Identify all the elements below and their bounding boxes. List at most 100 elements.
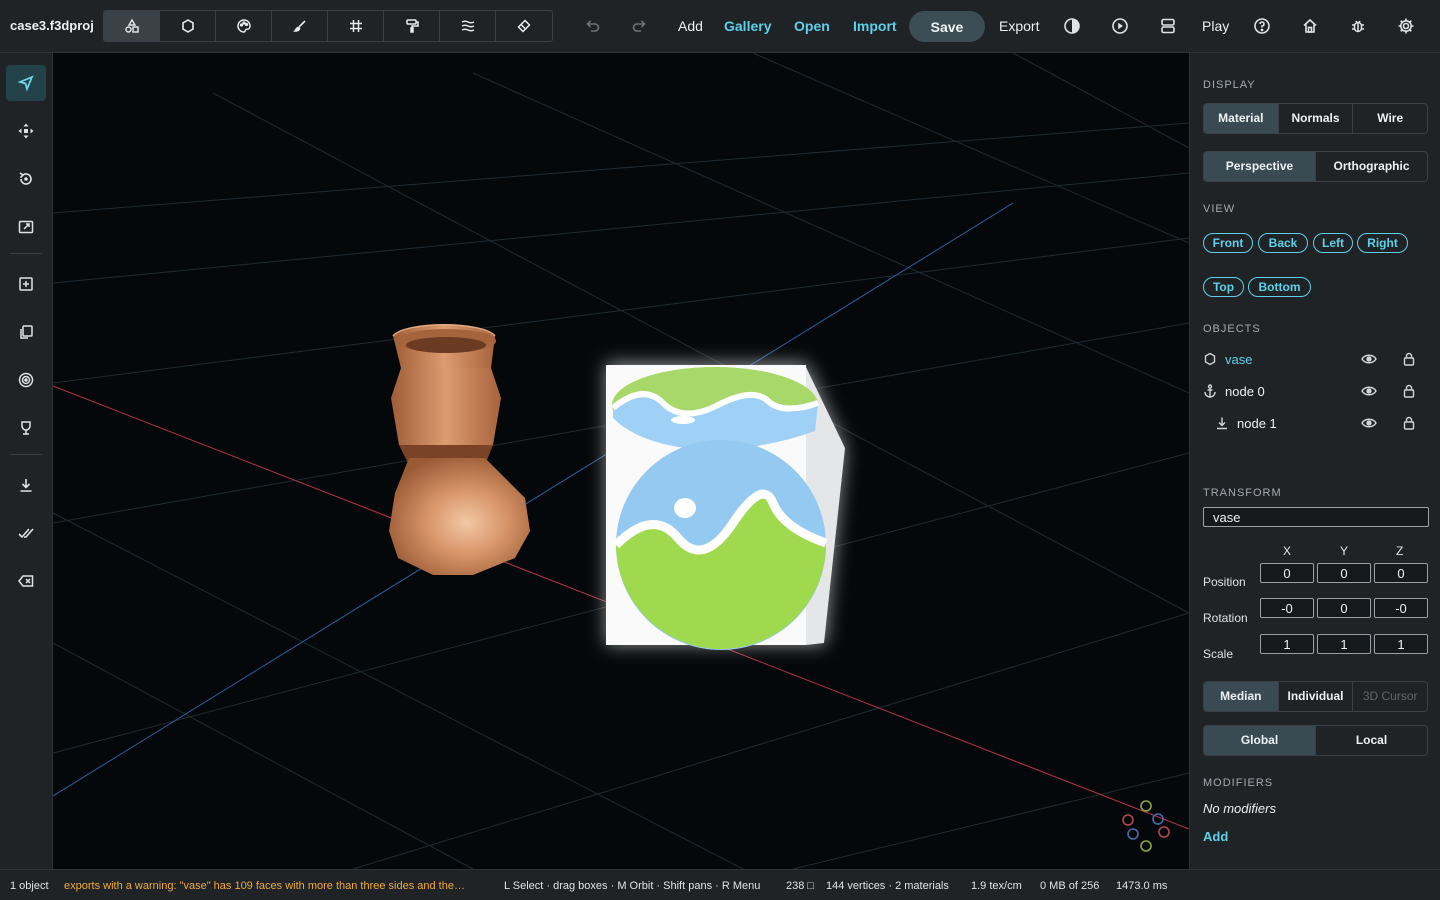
textured-cube-object[interactable] xyxy=(606,363,845,650)
goblet-icon xyxy=(21,421,31,435)
orientation-gizmo[interactable] xyxy=(1122,800,1170,852)
lock-icon[interactable] xyxy=(1402,383,1416,399)
display-wire-option[interactable]: Wire xyxy=(1353,104,1427,133)
objects-tool-button[interactable] xyxy=(104,11,160,41)
layout-icon[interactable] xyxy=(1156,14,1180,38)
shape-tool-button[interactable] xyxy=(160,11,216,41)
position-x-field[interactable]: 0 xyxy=(1260,563,1314,583)
scale-icon xyxy=(18,220,34,234)
viewport-canvas[interactable] xyxy=(53,53,1189,869)
eraser-tool-button[interactable] xyxy=(496,11,552,41)
projection-toggle: Perspective Orthographic xyxy=(1203,151,1428,182)
axis-y-label: Y xyxy=(1340,544,1349,558)
eye-icon[interactable] xyxy=(1361,352,1377,366)
palette-icon xyxy=(236,19,251,33)
save-button[interactable]: Save xyxy=(909,11,985,42)
3d-viewport[interactable] xyxy=(53,53,1189,869)
delete-tool-button[interactable] xyxy=(6,563,46,599)
play-circle-icon[interactable] xyxy=(1108,14,1132,38)
export-warning[interactable]: exports with a warning: "vase" has 109 f… xyxy=(64,880,499,892)
geometry-stats: 144 vertices · 2 materials xyxy=(826,880,949,892)
view-top-button[interactable]: Top xyxy=(1203,277,1244,297)
download-tool-button[interactable] xyxy=(6,467,46,503)
rotation-z-field[interactable]: -0 xyxy=(1374,598,1428,618)
pivot-mode-toggle: Median Individual 3D Cursor xyxy=(1203,681,1428,712)
pivot-3d-cursor-option[interactable]: 3D Cursor xyxy=(1353,682,1427,711)
object-row-node-0[interactable]: node 0 xyxy=(1203,379,1428,403)
object-row-vase[interactable]: vase xyxy=(1203,347,1428,371)
add-button[interactable]: Add xyxy=(678,18,703,34)
rotation-x-field[interactable]: -0 xyxy=(1260,598,1314,618)
double-check-icon xyxy=(18,528,34,539)
object-name: node 1 xyxy=(1237,416,1277,431)
home-icon[interactable] xyxy=(1298,14,1322,38)
scale-x-field[interactable]: 1 xyxy=(1260,634,1314,654)
target-tool-button[interactable] xyxy=(6,362,46,398)
select-tool-button[interactable] xyxy=(6,65,46,101)
scale-y-field[interactable]: 1 xyxy=(1317,634,1371,654)
backspace-icon xyxy=(18,575,34,587)
frame-time: 1473.0 ms xyxy=(1116,880,1168,892)
play-button[interactable]: Play xyxy=(1202,18,1229,34)
circle-icon xyxy=(181,19,194,33)
position-z-field[interactable]: 0 xyxy=(1374,563,1428,583)
pivot-median-option[interactable]: Median xyxy=(1204,682,1279,711)
view-left-button[interactable]: Left xyxy=(1313,233,1353,253)
lock-icon[interactable] xyxy=(1402,351,1416,367)
object-name-input[interactable] xyxy=(1203,507,1429,527)
space-global-option[interactable]: Global xyxy=(1204,726,1316,755)
scale-tool-button[interactable] xyxy=(6,209,46,245)
projection-perspective-option[interactable]: Perspective xyxy=(1204,152,1316,181)
undo-icon[interactable] xyxy=(580,14,604,38)
rotate-tool-button[interactable] xyxy=(6,161,46,197)
eye-icon[interactable] xyxy=(1361,416,1377,430)
settings-gear-icon[interactable] xyxy=(1394,14,1418,38)
grid-tool-button[interactable] xyxy=(328,11,384,41)
material-tool-button[interactable] xyxy=(6,410,46,446)
eye-icon[interactable] xyxy=(1361,384,1377,398)
top-bar: case3.f3dproj Add Gallery Open Import Sa… xyxy=(0,0,1440,53)
material-tool-button[interactable] xyxy=(216,11,272,41)
lines-tool-button[interactable] xyxy=(440,11,496,41)
axis-x-label: X xyxy=(1283,544,1292,558)
vase-object[interactable] xyxy=(389,324,530,575)
add-object-tool-button[interactable] xyxy=(6,266,46,302)
import-link[interactable]: Import xyxy=(853,18,897,34)
help-icon[interactable] xyxy=(1250,14,1274,38)
gallery-link[interactable]: Gallery xyxy=(724,18,771,34)
add-box-icon xyxy=(19,277,33,291)
object-row-node-1[interactable]: node 1 xyxy=(1203,411,1428,435)
object-name: vase xyxy=(1225,352,1253,367)
view-bottom-button[interactable]: Bottom xyxy=(1248,277,1311,297)
modifiers-section-title: MODIFIERS xyxy=(1203,777,1274,789)
bug-icon[interactable] xyxy=(1346,14,1370,38)
target-icon xyxy=(18,372,34,388)
display-material-option[interactable]: Material xyxy=(1204,104,1279,133)
export-button[interactable]: Export xyxy=(999,18,1039,34)
add-modifier-link[interactable]: Add xyxy=(1203,829,1228,844)
lock-icon[interactable] xyxy=(1402,415,1416,431)
view-back-button[interactable]: Back xyxy=(1258,233,1308,253)
pivot-individual-option[interactable]: Individual xyxy=(1279,682,1354,711)
view-right-button[interactable]: Right xyxy=(1357,233,1408,253)
view-section-title: VIEW xyxy=(1203,203,1236,215)
rotation-y-field[interactable]: 0 xyxy=(1317,598,1371,618)
left-toolbar xyxy=(0,53,53,869)
memory-usage: 0 MB of 256 xyxy=(1040,880,1100,892)
display-normals-option[interactable]: Normals xyxy=(1279,104,1354,133)
check-tool-button[interactable] xyxy=(6,515,46,551)
redo-icon[interactable] xyxy=(628,14,652,38)
view-front-button[interactable]: Front xyxy=(1203,233,1253,253)
contrast-icon[interactable] xyxy=(1060,14,1084,38)
open-link[interactable]: Open xyxy=(794,18,830,34)
anchor-icon xyxy=(1204,384,1216,398)
scale-z-field[interactable]: 1 xyxy=(1374,634,1428,654)
move-tool-button[interactable] xyxy=(6,113,46,149)
brush-tool-button[interactable] xyxy=(272,11,328,41)
paint-roller-tool-button[interactable] xyxy=(384,11,440,41)
duplicate-tool-button[interactable] xyxy=(6,314,46,350)
position-y-field[interactable]: 0 xyxy=(1317,563,1371,583)
space-local-option[interactable]: Local xyxy=(1316,726,1427,755)
display-mode-toggle: Material Normals Wire xyxy=(1203,103,1428,134)
projection-orthographic-option[interactable]: Orthographic xyxy=(1316,152,1427,181)
